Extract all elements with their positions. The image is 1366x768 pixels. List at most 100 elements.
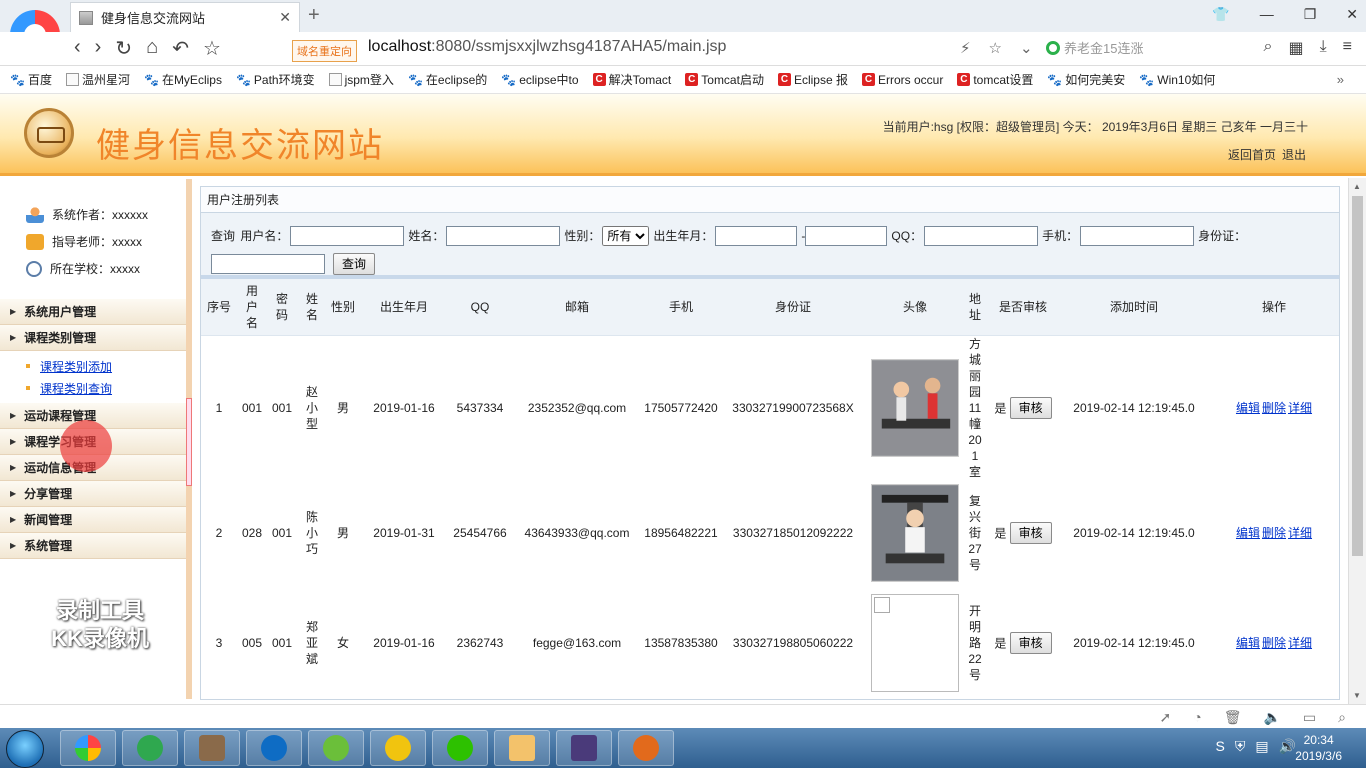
bookmarks-more-icon[interactable]: » xyxy=(1337,72,1344,87)
bookmark-item[interactable]: C 解决Tomact xyxy=(592,71,671,88)
sidebar-menu-item[interactable]: ▶ 系统用户管理 xyxy=(0,299,186,325)
window-icon[interactable]: ▭ xyxy=(1303,709,1316,726)
bookmark-item[interactable]: C Eclipse 报 xyxy=(777,71,848,88)
bookmark-item[interactable]: 🐾 eclipse中to xyxy=(501,71,578,88)
forward-icon[interactable]: › xyxy=(95,36,102,61)
taskbar-clock[interactable]: 20:34 2019/3/6 xyxy=(1295,732,1342,764)
new-tab-icon[interactable]: + xyxy=(308,4,320,27)
taskbar-chat-icon[interactable] xyxy=(308,730,364,766)
speaker-icon[interactable]: 🔈 xyxy=(1263,709,1280,726)
edit-link[interactable]: 编辑 xyxy=(1236,636,1260,650)
sidebar-menu-item[interactable]: ▶ 分享管理 xyxy=(0,481,186,507)
scrollbar-thumb[interactable] xyxy=(1352,196,1363,556)
bookmark-item[interactable]: 🐾 如何完美安 xyxy=(1047,71,1125,88)
url-field[interactable]: localhost:8080/ssmjsxxjlwzhsg4187AHA5/ma… xyxy=(368,38,726,56)
favorite-icon[interactable]: ☆ xyxy=(989,39,1002,57)
bookmark-item[interactable]: 🐾 在MyEclips xyxy=(144,71,222,88)
taskbar-browser-icon[interactable] xyxy=(60,730,116,766)
star-icon[interactable]: ☆ xyxy=(203,36,221,61)
skin-icon[interactable]: 👕 xyxy=(1212,6,1229,23)
refresh-circle-icon[interactable]: ◔ xyxy=(1193,709,1201,726)
approve-button[interactable]: 审核 xyxy=(1009,631,1052,654)
dropdown-icon[interactable]: ⌄ xyxy=(1020,39,1033,57)
menu-arrow-icon: ▶ xyxy=(10,463,17,472)
scroll-down-icon[interactable]: ▼ xyxy=(1353,691,1361,700)
taskbar-explorer-icon[interactable] xyxy=(494,730,550,766)
search-box[interactable]: 养老金15连涨 xyxy=(1046,38,1143,57)
taskbar-teamviewer-icon[interactable] xyxy=(246,730,302,766)
delete-link[interactable]: 删除 xyxy=(1262,636,1286,650)
tray-volume-icon[interactable]: 🔊 xyxy=(1279,738,1296,755)
sidebar-toggle-handle[interactable] xyxy=(186,398,192,486)
search-button[interactable]: 查询 xyxy=(333,252,376,275)
sidebar-menu-item[interactable]: ▶ 新闻管理 xyxy=(0,507,186,533)
redirect-tag[interactable]: 域名重定向 xyxy=(292,40,357,62)
page-scrollbar[interactable]: ▲ ▼ xyxy=(1348,178,1366,704)
bookmark-item[interactable]: 🐾 Win10如何 xyxy=(1139,71,1215,88)
bookmark-item[interactable]: jspm登入 xyxy=(328,71,394,88)
minimize-icon[interactable]: — xyxy=(1260,6,1274,23)
taskbar-ie-icon[interactable] xyxy=(122,730,178,766)
detail-link[interactable]: 详细 xyxy=(1288,526,1312,540)
table-cell: 2019-02-14 12:19:45.0 xyxy=(1059,480,1209,586)
start-button-icon[interactable] xyxy=(6,730,44,768)
browser-tab[interactable]: 健身信息交流网站 ✕ xyxy=(70,2,300,32)
idcard-input[interactable] xyxy=(211,253,325,274)
taskbar-music-icon[interactable] xyxy=(370,730,426,766)
name-input[interactable] xyxy=(446,225,561,246)
table-cell: 郑亚斌 xyxy=(297,586,327,700)
taskbar-user-icon[interactable] xyxy=(184,730,240,766)
delete-link[interactable]: 删除 xyxy=(1262,526,1286,540)
bookmark-item[interactable]: 🐾 百度 xyxy=(10,71,52,88)
scroll-up-icon[interactable]: ▲ xyxy=(1353,182,1361,191)
bookmark-item[interactable]: 温州星河 xyxy=(65,71,130,88)
tab-close-icon[interactable]: ✕ xyxy=(279,9,291,26)
logout-link[interactable]: 退出 xyxy=(1282,146,1306,163)
detail-link[interactable]: 详细 xyxy=(1288,401,1312,415)
zoom-icon[interactable]: ⌕ xyxy=(1338,709,1346,726)
edit-link[interactable]: 编辑 xyxy=(1236,526,1260,540)
menu-icon[interactable]: ≡ xyxy=(1343,38,1352,58)
rocket-icon[interactable]: ➚ xyxy=(1160,709,1172,726)
close-window-icon[interactable]: ✕ xyxy=(1346,6,1358,23)
bookmark-item[interactable]: 🐾 Path环境变 xyxy=(236,71,315,88)
undo-icon[interactable]: ↶ xyxy=(172,36,189,61)
sidebar-menu-item[interactable]: ▶ 系统管理 xyxy=(0,533,186,559)
lightning-icon[interactable]: ⚡ xyxy=(960,39,971,57)
bookmark-item[interactable]: Ctomcat设置 xyxy=(957,71,1033,88)
tray-shield-icon[interactable]: ⛨ xyxy=(1235,738,1246,755)
maximize-icon[interactable]: ❐ xyxy=(1304,6,1317,23)
download-icon[interactable]: ⤓ xyxy=(1320,38,1327,58)
qq-input[interactable] xyxy=(924,225,1039,246)
birth-start-input[interactable] xyxy=(715,225,798,246)
cell-gender: 男 xyxy=(336,526,349,540)
birth-end-input[interactable] xyxy=(805,225,888,246)
phone-input[interactable] xyxy=(1080,225,1195,246)
home-link[interactable]: 返回首页 xyxy=(1228,146,1276,163)
taskbar-wechat-icon[interactable] xyxy=(432,730,488,766)
trash-icon[interactable]: 🗑 xyxy=(1224,709,1242,726)
bookmark-item[interactable]: C Errors occur xyxy=(861,73,943,87)
gender-select[interactable]: 所有 xyxy=(602,225,650,246)
bookmark-item[interactable]: C Tomcat启动 xyxy=(685,71,764,88)
edit-link[interactable]: 编辑 xyxy=(1236,401,1260,415)
tray-s-icon[interactable]: S xyxy=(1215,738,1224,755)
table-cell: 43643933@qq.com xyxy=(511,480,643,586)
detail-link[interactable]: 详细 xyxy=(1288,636,1312,650)
bookmark-item[interactable]: 🐾 在eclipse的 xyxy=(408,71,487,88)
back-icon[interactable]: ‹ xyxy=(74,36,81,61)
taskbar-eclipse-icon[interactable] xyxy=(556,730,612,766)
submenu-link[interactable]: 课程类别查询 xyxy=(40,380,112,397)
tray-network-icon[interactable]: ▤ xyxy=(1255,738,1268,755)
approve-button[interactable]: 审核 xyxy=(1009,396,1052,419)
approve-button[interactable]: 审核 xyxy=(1009,521,1052,544)
reload-icon[interactable]: ↻ xyxy=(115,36,132,61)
apps-icon[interactable]: ▦ xyxy=(1288,38,1303,58)
magnifier-icon[interactable]: ⌕ xyxy=(1263,38,1272,58)
sidebar-menu-item[interactable]: ▶ 课程类别管理 xyxy=(0,325,186,351)
username-input[interactable] xyxy=(290,225,405,246)
home-icon[interactable]: ⌂ xyxy=(146,36,158,61)
taskbar-recorder-icon[interactable] xyxy=(618,730,674,766)
delete-link[interactable]: 删除 xyxy=(1262,401,1286,415)
submenu-link[interactable]: 课程类别添加 xyxy=(40,358,112,375)
